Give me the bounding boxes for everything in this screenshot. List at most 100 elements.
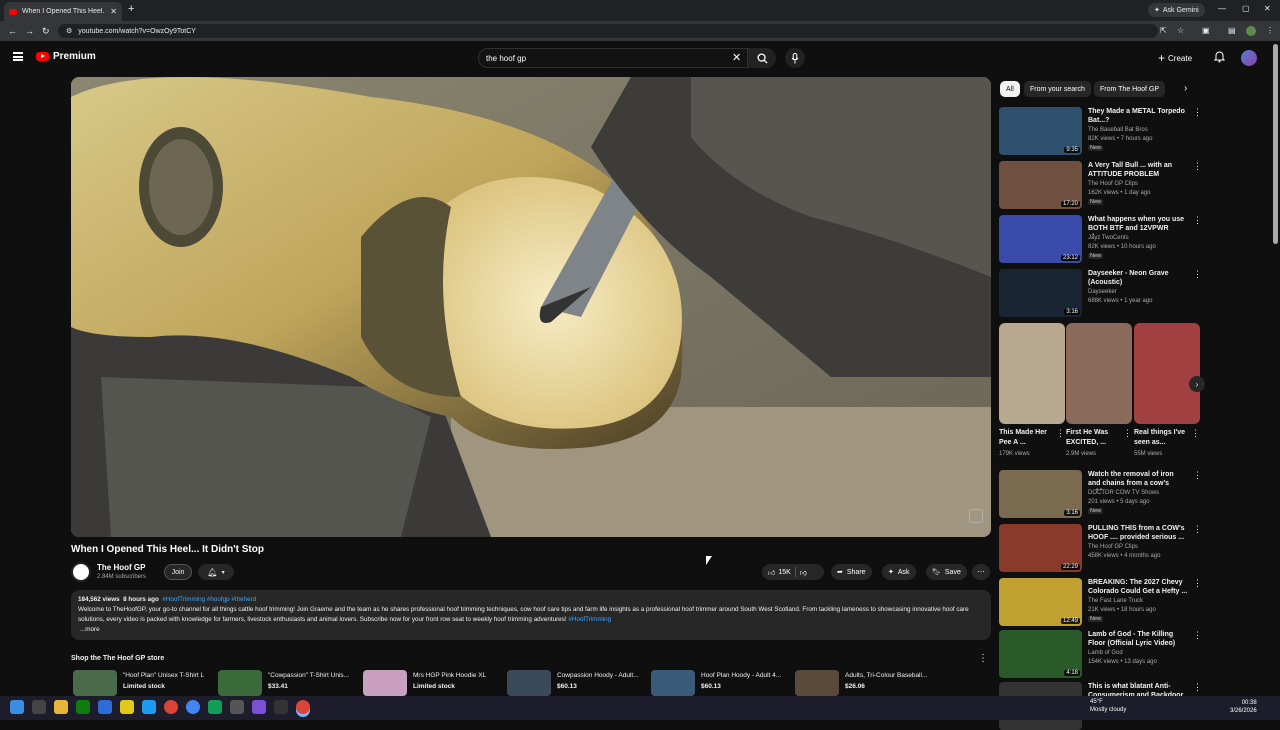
like-button[interactable]: 👍︎ 15K (768, 568, 791, 577)
channel-watermark-icon[interactable] (969, 509, 983, 523)
shop-item[interactable]: Adults, Tri-Colour Baseball... $26.06 (795, 670, 935, 696)
recommendation-title[interactable]: PULLING THIS from a COW's HOOF .... prov… (1088, 524, 1188, 542)
save-button[interactable]: 🔖︎ Save (926, 564, 967, 580)
shop-item[interactable]: "Hoof Plan" Unisex T-Shirt L Limited stoc… (73, 670, 213, 696)
notifications-bell-icon[interactable] (1214, 50, 1225, 63)
recommendation-title[interactable]: A Very Tall Bull ... with an ATTITUDE PR… (1088, 161, 1188, 179)
short-thumbnail[interactable] (999, 323, 1065, 424)
teams-icon[interactable] (252, 700, 266, 714)
recommendation-item[interactable]: 3:16 Dayseeker - Neon Grave (Acoustic) Day… (999, 269, 1202, 317)
weather-widget[interactable]: 45°F Mostly cloudy (1090, 698, 1126, 714)
site-info-icon[interactable]: ⚙ (66, 27, 72, 35)
recommendation-thumbnail[interactable]: 9:35 (999, 107, 1082, 155)
recommendation-title[interactable]: What happens when you use BOTH BTF and 1… (1088, 215, 1188, 235)
sidepanel-icon[interactable]: ▤ (1228, 26, 1236, 35)
short-thumbnail[interactable] (1134, 323, 1200, 424)
recommendation-channel[interactable]: Jayz TwoCents (1088, 235, 1129, 241)
new-tab-button[interactable]: + (128, 3, 134, 15)
description-hashtags[interactable]: #HoofTrimming #hoofgp #theherd (162, 596, 256, 603)
create-button[interactable]: + Create (1158, 50, 1192, 66)
recommendation-title[interactable]: Dayseeker - Neon Grave (Acoustic) (1088, 269, 1188, 287)
app2-icon[interactable] (142, 700, 156, 714)
taskview-icon[interactable] (32, 700, 46, 714)
chips-next-icon[interactable]: › (1184, 83, 1187, 94)
short-title[interactable]: First He Was EXCITED, ... (1066, 428, 1122, 448)
chip-all[interactable]: All (1000, 81, 1020, 97)
recommendation-title[interactable]: Lamb of God - The Killing Floor (Officia… (1088, 630, 1188, 648)
chrome-active-icon[interactable] (296, 700, 310, 714)
system-clock[interactable]: 00:38 3/26/2026 (1230, 699, 1257, 715)
voice-search-button[interactable] (785, 48, 805, 68)
recommendation-channel[interactable]: Dayseeker (1088, 289, 1117, 295)
more-vertical-icon[interactable]: ⋮ (1193, 269, 1202, 280)
media-player-icon[interactable] (208, 700, 222, 714)
shop-more-icon[interactable]: ⋮ (978, 653, 988, 664)
youtube-premium-logo[interactable]: Premium (36, 51, 96, 62)
join-button[interactable]: Join (164, 564, 192, 580)
settings-gear-icon[interactable] (230, 700, 244, 714)
search-input[interactable]: the hoof gp (478, 48, 748, 68)
app-icon[interactable] (98, 700, 112, 714)
shop-item[interactable]: Hoof Plan Hoody - Adult 4... $60.13 (651, 670, 791, 696)
recommendation-item[interactable]: 23:12 What happens when you use BOTH BTF … (999, 215, 1202, 263)
hamburger-menu-icon[interactable] (13, 52, 23, 61)
clear-search-icon[interactable]: ✕ (732, 51, 741, 64)
close-window-icon[interactable]: ✕ (1264, 4, 1271, 13)
recommendation-thumbnail[interactable]: 22:29 (999, 524, 1082, 572)
back-icon[interactable]: ← (8, 26, 17, 36)
recommendation-item[interactable]: 4:18 Lamb of God - The Killing Floor (Off… (999, 630, 1202, 678)
more-vertical-icon[interactable]: ⋮ (1193, 470, 1202, 481)
shop-item[interactable]: Mrs HGP Pink Hoodie XL Limited stock (363, 670, 503, 696)
xbox-icon[interactable] (76, 700, 90, 714)
show-more-link[interactable]: ...more (80, 626, 100, 633)
norton-icon[interactable] (120, 700, 134, 714)
more-vertical-icon[interactable]: ⋮ (1193, 682, 1202, 693)
channel-avatar[interactable] (71, 562, 91, 582)
recommendation-thumbnail[interactable]: 4:18 (999, 630, 1082, 678)
extensions-icon[interactable]: ▣ (1202, 26, 1210, 35)
shop-item[interactable]: "Cowpassion" T-Shirt Unis... $33.41 (218, 670, 358, 696)
more-vertical-icon[interactable]: ⋮ (1056, 428, 1065, 439)
short-title[interactable]: Real things I've seen as... (1134, 428, 1190, 448)
recommendation-channel[interactable]: Lamb of God (1088, 650, 1123, 656)
short-title[interactable]: This Made Her Pee A ... (999, 428, 1055, 448)
more-vertical-icon[interactable]: ⋮ (1191, 428, 1200, 439)
recommendation-item[interactable]: 12:49 BREAKING: The 2027 Chevy Colorado C… (999, 578, 1202, 626)
recommendation-channel[interactable]: The Hoof GP Clips (1088, 544, 1138, 550)
short-thumbnail[interactable] (1066, 323, 1132, 424)
minimize-icon[interactable]: — (1218, 4, 1226, 13)
video-description[interactable]: 184,562 views 8 hours ago #HoofTrimming … (71, 590, 991, 640)
page-scrollbar[interactable] (1273, 44, 1278, 244)
recommendation-item[interactable]: 17:20 A Very Tall Bull ... with an ATTITU… (999, 161, 1202, 209)
recommendation-thumbnail[interactable]: 17:20 (999, 161, 1082, 209)
maximize-icon[interactable]: ▢ (1242, 4, 1250, 13)
more-vertical-icon[interactable]: ⋮ (1123, 428, 1132, 439)
recommendation-channel[interactable]: The Baseball Bat Bros (1088, 127, 1148, 133)
recommendation-channel[interactable]: DOCTOR COW TV Shows (1088, 490, 1159, 496)
more-vertical-icon[interactable]: ⋮ (1193, 161, 1202, 172)
recommendation-thumbnail[interactable]: 12:49 (999, 578, 1082, 626)
file-explorer-icon[interactable] (54, 700, 68, 714)
start-icon[interactable] (10, 700, 24, 714)
short-item[interactable]: First He Was EXCITED, ... 2.9M views ⋮ (1066, 323, 1132, 463)
chip-from-your-search[interactable]: From your search (1024, 81, 1091, 97)
recommendation-item[interactable]: 9:35 They Made a METAL Torpedo Bat...? The… (999, 107, 1202, 155)
more-vertical-icon[interactable]: ⋮ (1193, 107, 1202, 118)
close-tab-icon[interactable]: ✕ (110, 7, 117, 16)
ask-gemini-button[interactable]: ✦ Ask Gemini (1148, 3, 1205, 17)
terminal-icon[interactable] (274, 700, 288, 714)
search-button[interactable] (748, 48, 776, 68)
more-vertical-icon[interactable]: ⋮ (1193, 578, 1202, 589)
recommendation-title[interactable]: Watch the removal of iron and chains fro… (1088, 470, 1188, 490)
profile-icon[interactable] (1246, 26, 1256, 36)
reload-icon[interactable]: ↻ (42, 26, 50, 37)
more-vertical-icon[interactable]: ⋮ (1193, 524, 1202, 535)
short-item[interactable]: Real things I've seen as... 55M views ⋮ (1134, 323, 1200, 463)
chrome-icon[interactable] (164, 700, 178, 714)
browser-tab[interactable]: When I Opened This Heel... It D ✕ (4, 2, 122, 21)
recommendation-channel[interactable]: The Hoof GP Clips (1088, 181, 1138, 187)
more-vertical-icon[interactable]: ⋮ (1193, 630, 1202, 641)
more-actions-button[interactable]: ⋯ (972, 564, 990, 580)
url-field[interactable]: ⚙ youtube.com/watch?v=OwzOy9TotCY (58, 24, 1158, 38)
bookmark-star-icon[interactable]: ☆ (1177, 26, 1184, 35)
